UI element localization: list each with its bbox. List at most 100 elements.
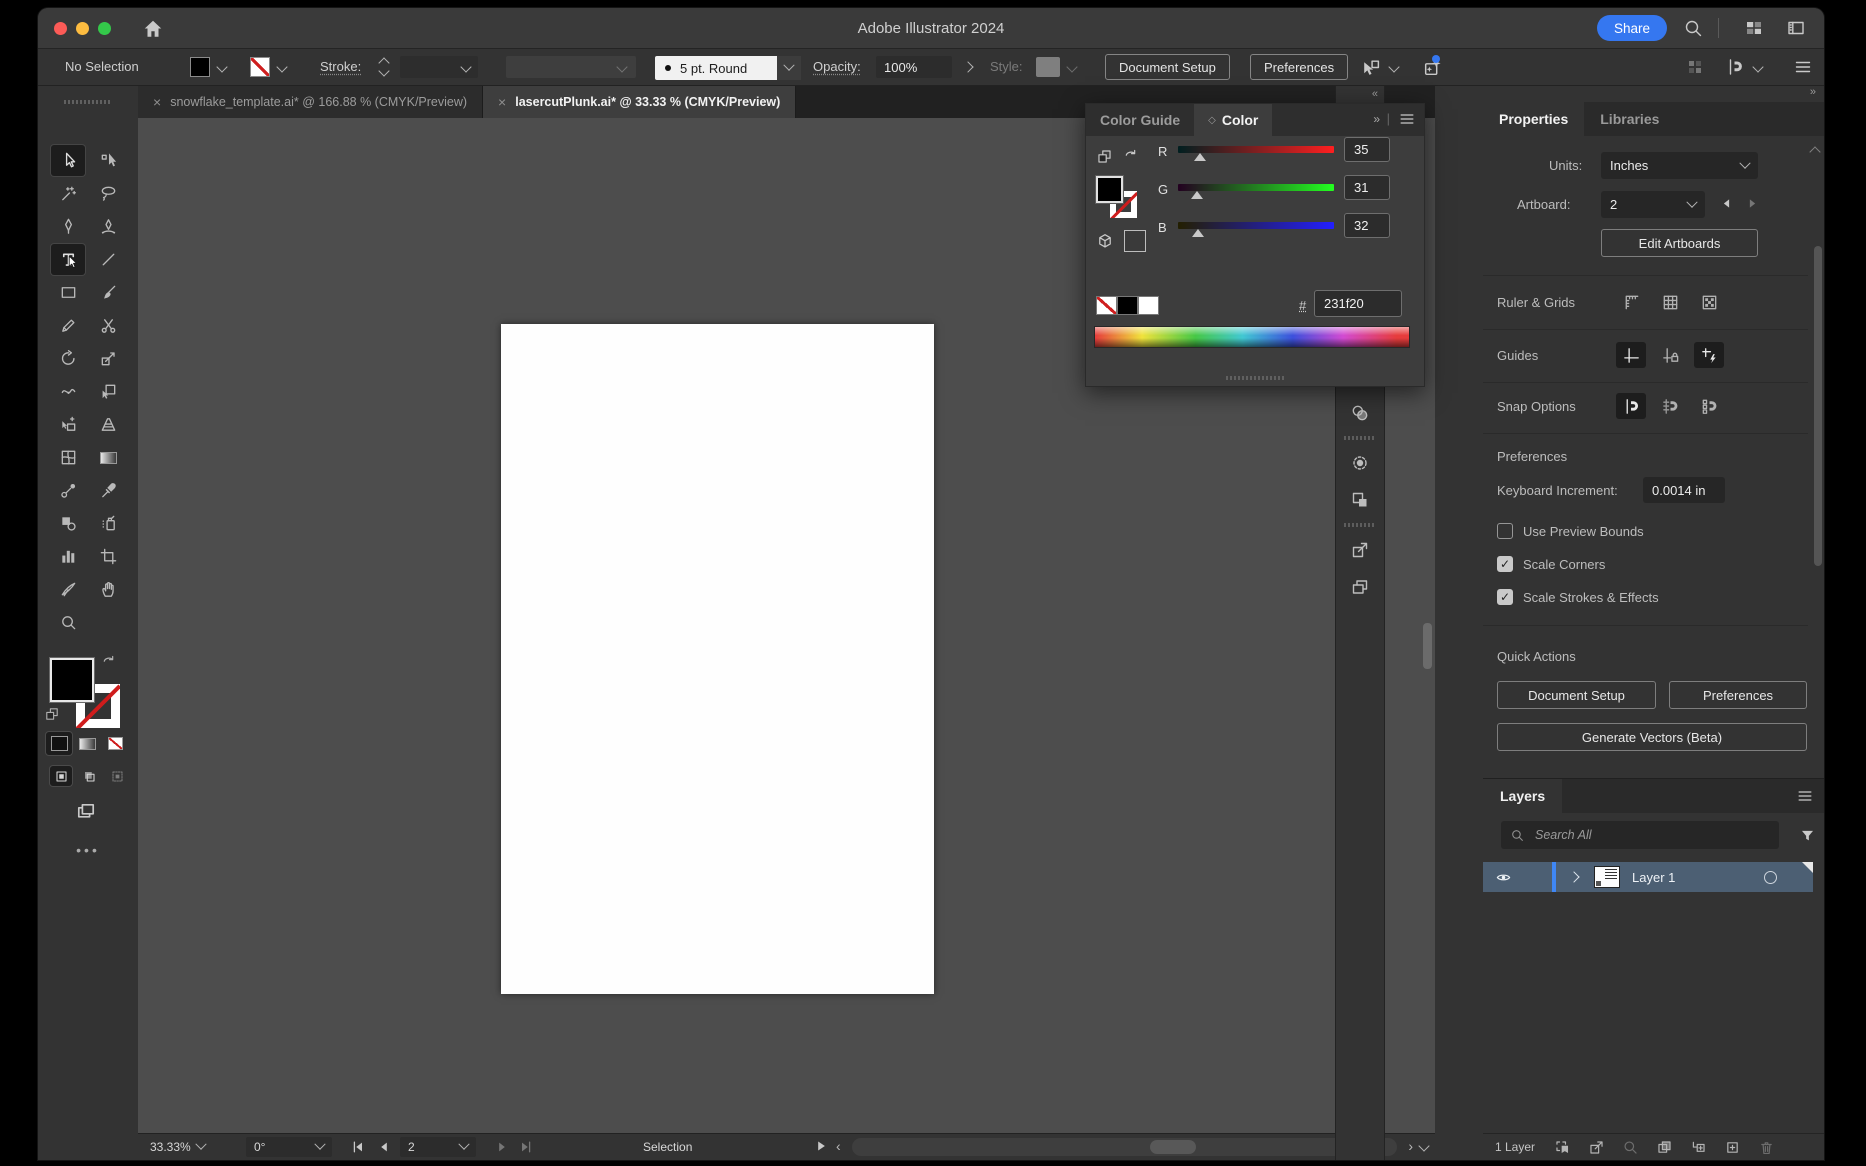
edit-toolbar-icon[interactable]: •••: [38, 842, 138, 858]
eyedropper-tool[interactable]: [91, 475, 125, 506]
color-mode-button[interactable]: [46, 732, 72, 755]
symbol-sprayer-tool[interactable]: [91, 508, 125, 539]
magic-wand-tool[interactable]: [51, 178, 85, 209]
brush-definition-field[interactable]: 5 pt. Round: [655, 56, 797, 80]
layers-menu-icon[interactable]: [1796, 787, 1814, 805]
scroll-right-icon[interactable]: ›: [1408, 1138, 1413, 1154]
checkbox-unchecked-icon[interactable]: [1497, 523, 1513, 539]
keyboard-increment-field[interactable]: 0.0014 in: [1643, 477, 1725, 503]
gamut-color-swatch[interactable]: [1124, 230, 1146, 252]
artboard-nav-value[interactable]: 2: [408, 1140, 415, 1154]
layer-row[interactable]: Layer 1: [1483, 862, 1813, 892]
stroke-weight-label[interactable]: Stroke:: [320, 59, 361, 74]
rotation-value[interactable]: 0°: [254, 1140, 265, 1154]
scale-tool[interactable]: [91, 343, 125, 374]
shape-builder-tool[interactable]: [51, 409, 85, 440]
graph-tool[interactable]: [51, 541, 85, 572]
artboard-navigation-field[interactable]: 2: [400, 1134, 476, 1160]
previous-artboard-icon[interactable]: [376, 1139, 392, 1155]
gradient-mode-button[interactable]: [74, 732, 100, 755]
slider-value-field[interactable]: 32: [1344, 213, 1390, 238]
layer-expand-icon[interactable]: [1568, 871, 1579, 882]
vscroll-down-icon[interactable]: [1418, 1140, 1429, 1151]
previous-artboard-arrow-icon[interactable]: [1719, 196, 1734, 211]
free-transform-tool[interactable]: [91, 376, 125, 407]
layers-search-input[interactable]: [1533, 827, 1737, 843]
select-similar-chevron-icon[interactable]: [1388, 61, 1399, 72]
share-button[interactable]: Share: [1597, 15, 1667, 41]
artboard-tool[interactable]: [91, 541, 125, 572]
screen-mode-icon[interactable]: [74, 800, 98, 824]
hand-tool[interactable]: [91, 574, 125, 605]
slider-thumb[interactable]: [1192, 229, 1204, 237]
type-tool[interactable]: [51, 244, 85, 275]
export-selection-icon[interactable]: [1583, 1139, 1609, 1156]
collapse-properties-icon[interactable]: »: [1810, 86, 1816, 98]
properties-scrollbar[interactable]: [1814, 246, 1822, 566]
artboard-dropdown[interactable]: 2: [1601, 191, 1705, 218]
properties-scroll-up-icon[interactable]: [1809, 146, 1820, 157]
black-swatch[interactable]: [1117, 296, 1138, 315]
collapse-dock-icon[interactable]: «: [1336, 86, 1384, 102]
toolbar-drag-handle[interactable]: [64, 100, 112, 104]
swap-fill-stroke-icon[interactable]: [100, 654, 117, 671]
default-fill-stroke-icon[interactable]: [44, 706, 60, 722]
appearance-icon[interactable]: [1341, 446, 1379, 480]
vertical-scrollbar[interactable]: [1423, 623, 1432, 669]
fill-color-swatch[interactable]: [190, 57, 210, 77]
rectangle-tool[interactable]: [51, 277, 85, 308]
tab-layers[interactable]: Layers: [1483, 779, 1562, 813]
close-window-button[interactable]: [54, 22, 67, 35]
draw-normal-icon[interactable]: [50, 766, 72, 786]
color-panel-collapse-icon[interactable]: »: [1373, 112, 1380, 126]
horizontal-scrollbar-thumb[interactable]: [1150, 1140, 1196, 1154]
collect-for-export-icon[interactable]: [1549, 1139, 1575, 1156]
workspace-switcher-icon[interactable]: [1744, 18, 1764, 38]
slice-tool[interactable]: [51, 574, 85, 605]
slider-thumb[interactable]: [1194, 153, 1206, 161]
snap-options-chevron-icon[interactable]: [1752, 61, 1763, 72]
first-artboard-icon[interactable]: [350, 1139, 366, 1155]
document-setup-button[interactable]: Document Setup: [1105, 54, 1230, 80]
tab-properties[interactable]: Properties: [1483, 102, 1584, 136]
checkbox-checked-icon[interactable]: ✓: [1497, 589, 1513, 605]
gradient-tool[interactable]: [91, 442, 125, 473]
rotation-control[interactable]: 0°: [246, 1134, 332, 1160]
out-of-gamut-cube-icon[interactable]: [1096, 232, 1114, 250]
opacity-label[interactable]: Opacity:: [813, 59, 861, 74]
show-guides-icon[interactable]: [1616, 342, 1646, 368]
zoom-tool[interactable]: [51, 607, 85, 638]
artboards-icon[interactable]: [1341, 570, 1379, 604]
snap-to-pixel-icon[interactable]: [1694, 393, 1724, 419]
snap-to-point-icon[interactable]: [1616, 393, 1646, 419]
select-similar-icon[interactable]: [1360, 57, 1381, 78]
brush-chevron-button[interactable]: [777, 56, 801, 80]
home-icon[interactable]: [142, 18, 164, 40]
control-menu-icon[interactable]: [1793, 57, 1813, 77]
color-fill-proxy[interactable]: [1096, 176, 1123, 203]
transparency-icon[interactable]: [1341, 396, 1379, 430]
zoom-level-value[interactable]: 33.33%: [150, 1140, 191, 1154]
units-dropdown[interactable]: Inches: [1601, 152, 1758, 179]
scissors-tool[interactable]: [91, 310, 125, 341]
slider-value-field[interactable]: 31: [1344, 175, 1390, 200]
export-icon[interactable]: [1341, 533, 1379, 567]
minimize-window-button[interactable]: [76, 22, 89, 35]
curvature-pen-tool[interactable]: [91, 211, 125, 242]
lock-guides-icon[interactable]: [1655, 342, 1685, 368]
snap-to-grid-icon[interactable]: [1655, 393, 1685, 419]
opacity-expand-icon[interactable]: [962, 61, 973, 72]
tab-libraries[interactable]: Libraries: [1584, 102, 1675, 136]
smart-guides-icon[interactable]: [1694, 342, 1724, 368]
color-spectrum-bar[interactable]: [1094, 326, 1410, 348]
close-tab-icon[interactable]: ×: [153, 94, 161, 110]
shaper-tool[interactable]: [51, 310, 85, 341]
slider-thumb[interactable]: [1191, 191, 1203, 199]
zoom-window-button[interactable]: [98, 22, 111, 35]
grid-icon[interactable]: [1655, 289, 1685, 315]
panel-layout-icon[interactable]: [1786, 18, 1806, 38]
pen-tool[interactable]: [51, 211, 85, 242]
qa-preferences-button[interactable]: Preferences: [1669, 681, 1807, 709]
graphic-styles-icon[interactable]: [1341, 483, 1379, 517]
line-segment-tool[interactable]: [91, 244, 125, 275]
